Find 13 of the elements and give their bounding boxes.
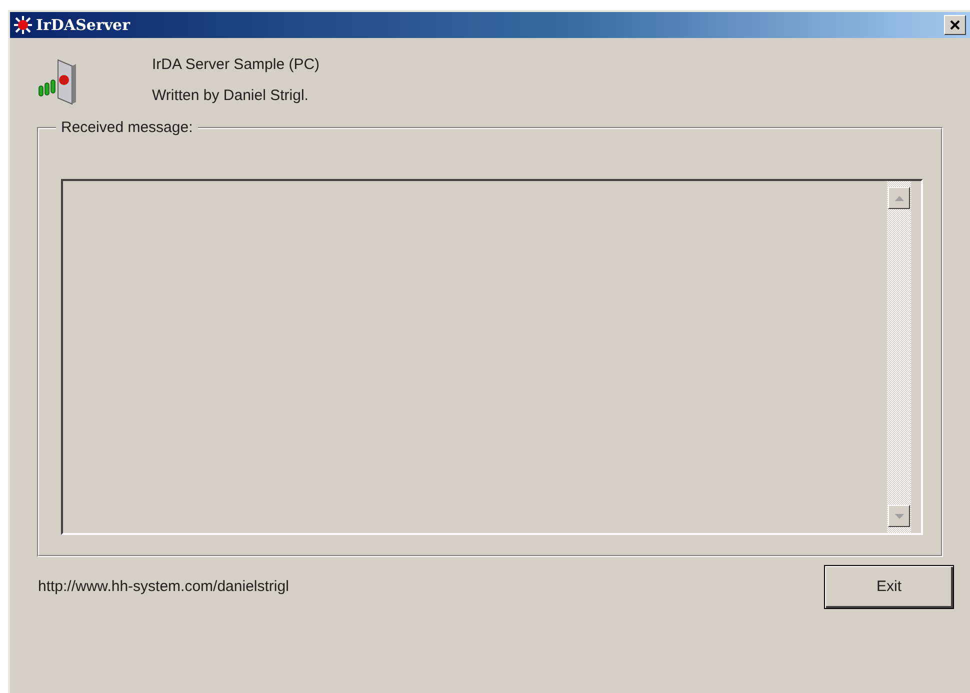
close-icon <box>950 20 960 30</box>
down-arrow-icon <box>894 514 904 518</box>
header-text: IrDA Server Sample (PC) <box>152 55 320 75</box>
starburst-icon <box>14 16 32 34</box>
website-link[interactable]: http://www.hh-system.com/danielstrigl <box>38 576 289 598</box>
window-title: IrDAServer <box>36 14 130 36</box>
scroll-up-button[interactable] <box>888 187 910 209</box>
close-button[interactable] <box>944 15 966 35</box>
up-arrow-icon <box>894 196 904 200</box>
exit-button[interactable]: Exit <box>824 565 954 609</box>
scroll-down-button[interactable] <box>888 505 910 527</box>
scroll-bar[interactable] <box>887 181 911 533</box>
header-text: Written by Daniel Strigl. <box>152 86 310 106</box>
